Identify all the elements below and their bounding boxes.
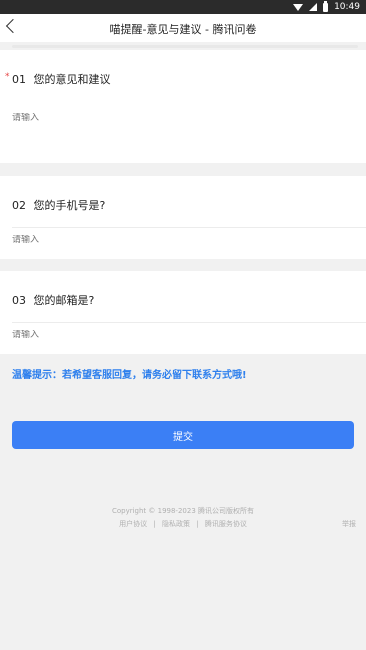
question-number: 03 [12,294,26,307]
user-agreement-link[interactable]: 用户协议 [119,520,147,528]
link-separator: | [196,520,199,528]
wifi-icon [293,3,304,11]
battery-icon [323,0,329,12]
question-label: 您的手机号是? [33,199,106,212]
service-agreement-link[interactable]: 腾讯服务协议 [205,520,247,528]
question-title-3: 03 您的邮箱是? [12,292,94,308]
question-label: 您的邮箱是? [33,294,95,307]
progress-track [12,45,358,48]
email-input[interactable] [12,330,342,340]
question-card-2: 02 您的手机号是? [0,176,366,259]
contact-tip: 温馨提示：若希望客服回复，请务必留下联系方式哦! [12,370,247,381]
question-card-1: * 01 您的意见和建议 [0,50,366,163]
status-bar: 10:49 [0,0,366,14]
report-link[interactable]: 举报 [342,519,356,529]
question-title-1: 01 您的意见和建议 [12,71,111,87]
privacy-policy-link[interactable]: 隐私政策 [162,520,190,528]
question-title-2: 02 您的手机号是? [12,197,105,213]
suggestion-input[interactable] [12,113,342,123]
link-separator: | [153,520,156,528]
status-time: 10:49 [334,2,360,12]
submit-button[interactable]: 提交 [12,421,354,449]
question-number: 02 [12,199,26,212]
divider [12,227,366,228]
nav-bar: 喵提醒-意见与建议 - 腾讯问卷 [0,14,366,42]
footer-links: 用户协议 | 隐私政策 | 腾讯服务协议 [0,519,366,529]
required-mark: * [5,72,10,82]
question-card-3: 03 您的邮箱是? [0,271,366,354]
question-number: 01 [12,73,26,86]
copyright: Copyright © 1998-2023 腾讯公司版权所有 [111,507,255,515]
signal-icon [309,3,318,11]
page-title: 喵提醒-意见与建议 - 腾讯问卷 [109,23,257,36]
question-label: 您的意见和建议 [33,73,111,86]
divider [12,322,366,323]
phone-input[interactable] [12,235,342,245]
